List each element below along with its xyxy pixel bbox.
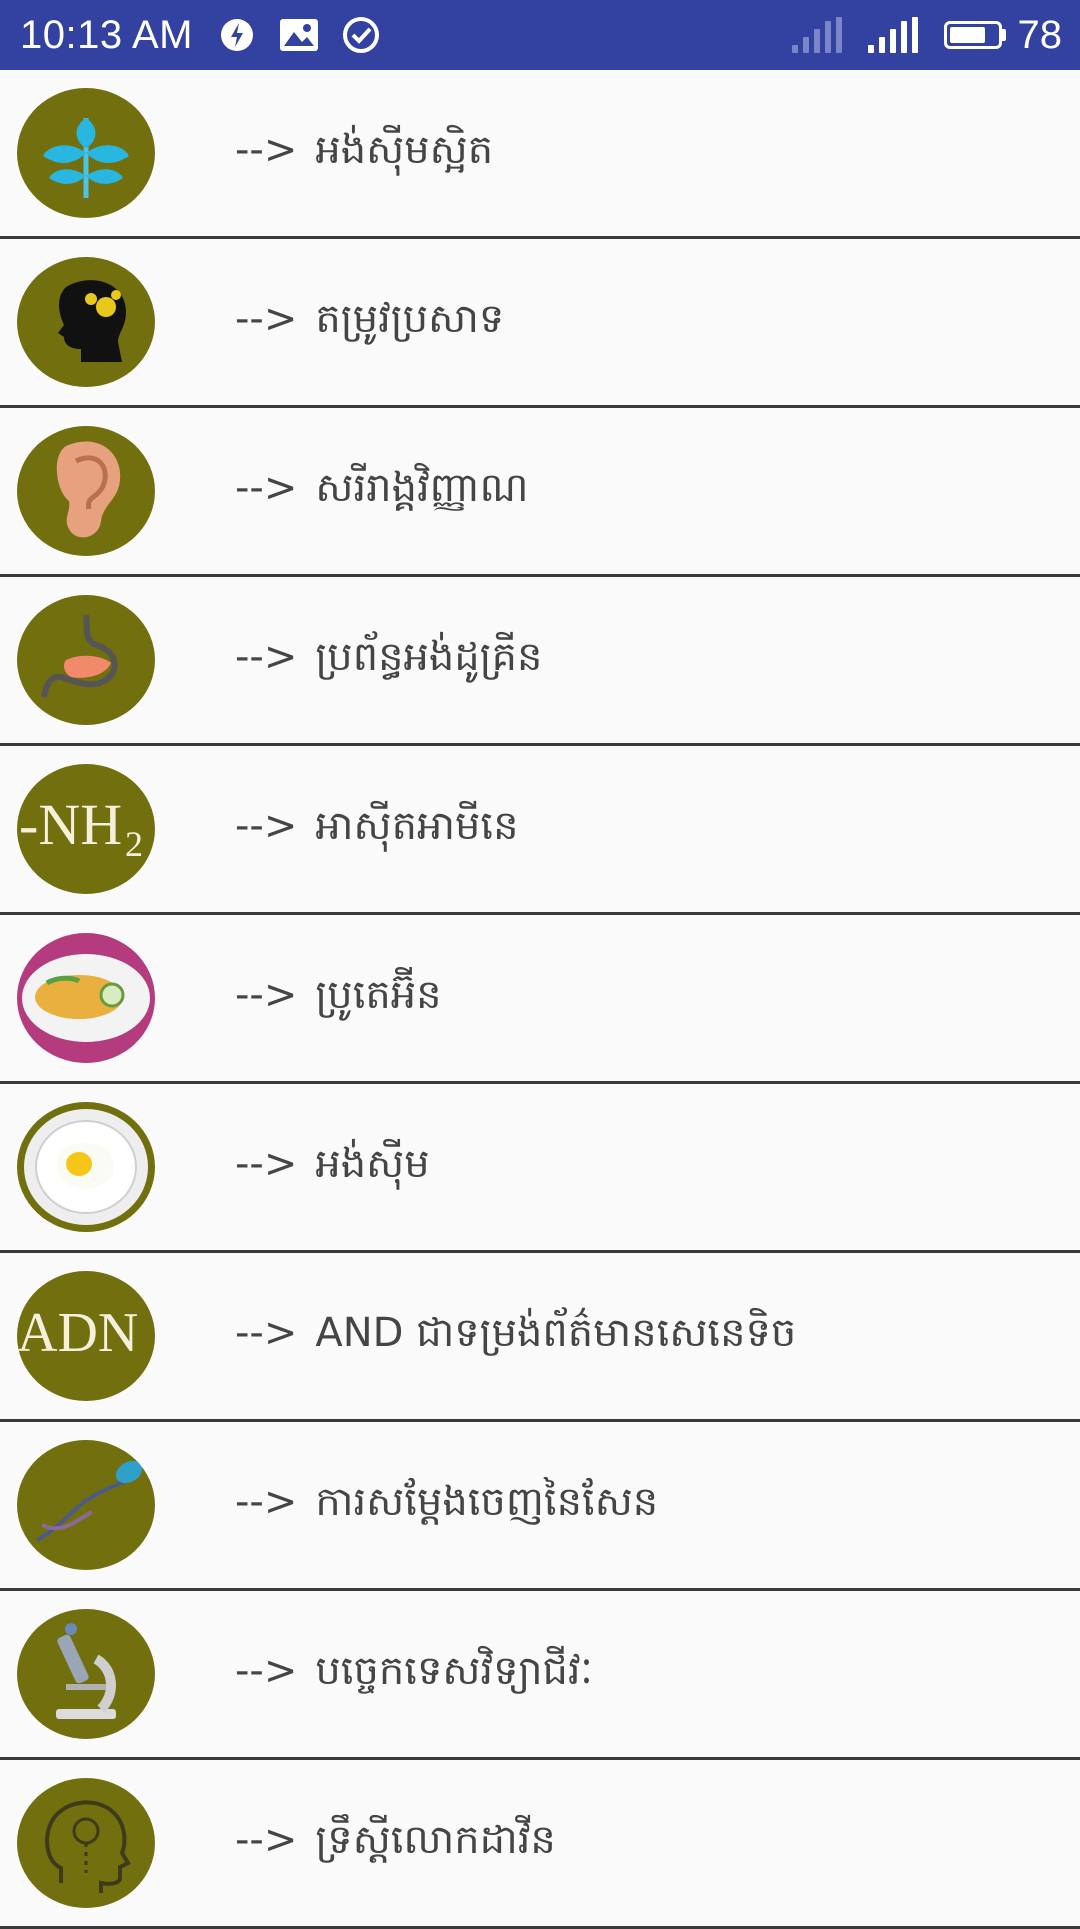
arrow-text: --> <box>235 1140 298 1187</box>
list-item[interactable]: --> សរីរាង្គវិញ្ញាណ <box>0 408 1080 577</box>
arrow-text: --> <box>235 295 298 342</box>
list-item[interactable]: --> ប្រូតេអ៊ីន <box>0 915 1080 1084</box>
item-label: ការសម្តែងចេញនៃសែន <box>315 1478 659 1525</box>
svg-text:2: 2 <box>125 824 143 864</box>
list-item[interactable]: --> អង់ស៊ីម <box>0 1084 1080 1253</box>
item-label: ប្រូតេអ៊ីន <box>315 971 442 1018</box>
image-icon <box>279 15 319 55</box>
arrow-text: --> <box>235 1647 298 1694</box>
adn-icon: ADN <box>17 1271 155 1401</box>
list-item[interactable]: --> ការសម្តែងចេញនៃសែន <box>0 1422 1080 1591</box>
svg-text:ADN: ADN <box>17 1302 138 1364</box>
stomach-icon <box>17 595 155 725</box>
food-plate-icon <box>17 933 155 1063</box>
arrow-text: --> <box>235 1478 298 1525</box>
list-item[interactable]: --> ប្រព័ន្ធអង់ដូគ្រីន <box>0 577 1080 746</box>
item-label: អាស៊ីតអាមីនេ <box>315 802 519 849</box>
arrow-text: --> <box>235 464 298 511</box>
item-label: AND ជាទម្រង់ព័ត៌មានសេនេទិច <box>315 1309 797 1356</box>
arrow-text: --> <box>235 802 298 849</box>
list-item[interactable]: --> អង់ស៊ីមស្អិត <box>0 70 1080 239</box>
sim1-signal-icon <box>791 17 842 53</box>
dna-sperm-icon <box>17 1440 155 1570</box>
topic-list: --> អង់ស៊ីមស្អិត --> តម្រូវប្រសាទ --> សរីរា… <box>0 70 1080 1929</box>
list-item[interactable]: -NH 2 --> អាស៊ីតអាមីនេ <box>0 746 1080 915</box>
list-item[interactable]: --> ទ្រឹស្តីលោកដាវីន <box>0 1760 1080 1929</box>
svg-text:-NH: -NH <box>19 792 122 857</box>
arrow-text: --> <box>235 633 298 680</box>
arrow-text: --> <box>235 126 298 173</box>
microscope-icon <box>17 1609 155 1739</box>
head-gears-icon <box>17 257 155 387</box>
data-saver-icon <box>217 15 257 55</box>
item-label: ប្រព័ន្ធអង់ដូគ្រីន <box>315 633 543 680</box>
check-circle-icon <box>341 15 381 55</box>
item-label: ទ្រឹស្តីលោកដាវីន <box>315 1816 556 1863</box>
arrow-text: --> <box>235 971 298 1018</box>
arrow-text: --> <box>235 1309 298 1356</box>
ear-icon <box>17 426 155 556</box>
fried-egg-icon <box>17 1102 155 1232</box>
item-label: សរីរាង្គវិញ្ញាណ <box>315 464 529 511</box>
battery-icon <box>943 21 1006 49</box>
clock: 10:13 AM <box>20 12 194 57</box>
item-label: អង់ស៊ីមស្អិត <box>315 126 494 173</box>
arrow-text: --> <box>235 1816 298 1863</box>
status-bar: 10:13 AM 78 <box>0 0 1080 70</box>
battery-level: 78 <box>1017 12 1063 57</box>
item-label: តម្រូវប្រសាទ <box>315 295 505 342</box>
plant-icon <box>17 88 155 218</box>
sim2-signal-icon <box>867 17 918 53</box>
list-item[interactable]: --> តម្រូវប្រសាទ <box>0 239 1080 408</box>
item-label: អង់ស៊ីម <box>315 1140 430 1187</box>
list-item[interactable]: ADN --> AND ជាទម្រង់ព័ត៌មានសេនេទិច <box>0 1253 1080 1422</box>
item-label: បច្ចេកទេសវិទ្យាជីវៈ <box>315 1647 593 1694</box>
list-item[interactable]: --> បច្ចេកទេសវិទ្យាជីវៈ <box>0 1591 1080 1760</box>
nh2-icon: -NH 2 <box>17 764 155 894</box>
head-bulb-icon <box>17 1778 155 1908</box>
